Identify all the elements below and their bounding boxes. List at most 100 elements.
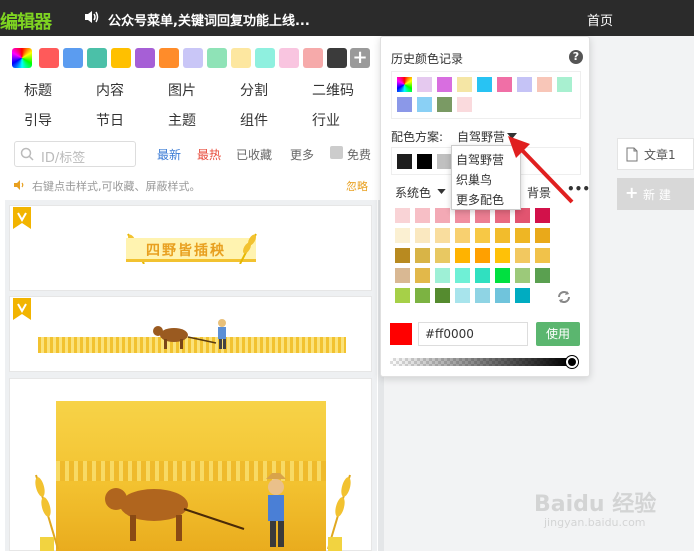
- search-box[interactable]: ID/标签: [14, 141, 136, 167]
- filter-hot[interactable]: 最热: [197, 146, 221, 163]
- category-guide[interactable]: 引导: [24, 110, 52, 130]
- history-color-swatch[interactable]: [417, 77, 432, 92]
- system-color-swatch[interactable]: [515, 248, 530, 263]
- system-color-swatch[interactable]: [495, 208, 510, 223]
- slider-handle[interactable]: [566, 356, 578, 368]
- color-filter-swatch[interactable]: [279, 48, 299, 68]
- color-filter-swatch[interactable]: [303, 48, 323, 68]
- category-title[interactable]: 标题: [24, 80, 52, 100]
- color-filter-swatch[interactable]: [183, 48, 203, 68]
- color-filter-swatch[interactable]: [207, 48, 227, 68]
- filter-free[interactable]: 免费: [347, 146, 371, 163]
- category-image[interactable]: 图片: [168, 80, 196, 100]
- history-color-swatch[interactable]: [457, 97, 472, 112]
- system-color-swatch[interactable]: [475, 288, 490, 303]
- history-color-swatch[interactable]: [537, 77, 552, 92]
- history-rainbow-swatch[interactable]: [397, 77, 412, 92]
- history-color-swatch[interactable]: [437, 77, 452, 92]
- category-qrcode[interactable]: 二维码: [312, 80, 354, 100]
- system-color-swatch[interactable]: [515, 208, 530, 223]
- color-filter-rainbow[interactable]: [12, 48, 32, 68]
- system-color-swatch[interactable]: [515, 228, 530, 243]
- system-color-swatch[interactable]: [495, 288, 510, 303]
- system-color-swatch[interactable]: [395, 288, 410, 303]
- filter-latest[interactable]: 最新: [157, 146, 181, 163]
- caret-down-icon[interactable]: [437, 189, 446, 194]
- filter-more[interactable]: 更多: [290, 146, 314, 163]
- scheme-color-swatch[interactable]: [397, 154, 412, 169]
- history-color-swatch[interactable]: [397, 97, 412, 112]
- category-industry[interactable]: 行业: [312, 110, 340, 130]
- refresh-icon[interactable]: [556, 289, 572, 305]
- system-color-swatch[interactable]: [535, 208, 550, 223]
- system-color-tab[interactable]: 系统色: [395, 184, 431, 201]
- system-color-swatch[interactable]: [455, 268, 470, 283]
- color-filter-swatch[interactable]: [135, 48, 155, 68]
- new-article-button[interactable]: + 新 建: [617, 178, 694, 210]
- system-color-swatch[interactable]: [395, 208, 410, 223]
- color-filter-swatch[interactable]: [327, 48, 347, 68]
- history-color-swatch[interactable]: [517, 77, 532, 92]
- category-component[interactable]: 组件: [240, 110, 268, 130]
- system-color-swatch[interactable]: [475, 268, 490, 283]
- system-color-swatch[interactable]: [415, 288, 430, 303]
- system-color-swatch[interactable]: [535, 248, 550, 263]
- system-color-swatch[interactable]: [435, 208, 450, 223]
- system-color-swatch[interactable]: [435, 288, 450, 303]
- system-color-swatch[interactable]: [415, 228, 430, 243]
- ignore-link[interactable]: 忽略: [346, 178, 368, 194]
- free-checkbox[interactable]: [330, 146, 343, 159]
- color-filter-swatch[interactable]: [111, 48, 131, 68]
- style-card[interactable]: [9, 296, 372, 372]
- system-color-swatch[interactable]: [515, 288, 530, 303]
- category-content[interactable]: 内容: [96, 80, 124, 100]
- history-color-swatch[interactable]: [497, 77, 512, 92]
- color-filter-swatch[interactable]: [231, 48, 251, 68]
- hex-color-input[interactable]: #ff0000: [418, 322, 528, 346]
- category-theme[interactable]: 主题: [168, 110, 196, 130]
- color-filter-swatch[interactable]: [63, 48, 83, 68]
- add-color-button[interactable]: +: [350, 48, 370, 68]
- color-filter-swatch[interactable]: [159, 48, 179, 68]
- system-color-swatch[interactable]: [455, 288, 470, 303]
- help-icon[interactable]: ?: [569, 50, 583, 64]
- filter-collected[interactable]: 已收藏: [236, 146, 272, 163]
- opacity-slider[interactable]: [390, 355, 578, 368]
- scheme-option[interactable]: 织巢鸟: [456, 171, 492, 188]
- system-color-swatch[interactable]: [435, 268, 450, 283]
- system-color-swatch[interactable]: [415, 248, 430, 263]
- use-color-button[interactable]: 使用: [536, 322, 580, 346]
- nav-home-link[interactable]: 首页: [587, 10, 613, 29]
- system-color-swatch[interactable]: [455, 228, 470, 243]
- system-color-swatch[interactable]: [535, 268, 550, 283]
- style-card[interactable]: [9, 378, 372, 551]
- system-color-swatch[interactable]: [435, 228, 450, 243]
- system-color-swatch[interactable]: [395, 228, 410, 243]
- system-color-swatch[interactable]: [475, 248, 490, 263]
- system-color-swatch[interactable]: [455, 208, 470, 223]
- system-color-swatch[interactable]: [495, 268, 510, 283]
- system-color-swatch[interactable]: [415, 268, 430, 283]
- system-color-swatch[interactable]: [435, 248, 450, 263]
- history-color-swatch[interactable]: [477, 77, 492, 92]
- system-color-swatch[interactable]: [535, 228, 550, 243]
- category-divider[interactable]: 分割: [240, 80, 268, 100]
- system-color-swatch[interactable]: [495, 248, 510, 263]
- system-color-swatch[interactable]: [415, 208, 430, 223]
- notice-text[interactable]: 公众号菜单,关键词回复功能上线...: [108, 10, 310, 29]
- category-festival[interactable]: 节日: [96, 110, 124, 130]
- article-tab[interactable]: 文章1: [617, 138, 694, 170]
- system-color-swatch[interactable]: [395, 248, 410, 263]
- scheme-color-swatch[interactable]: [417, 154, 432, 169]
- system-color-swatch[interactable]: [455, 248, 470, 263]
- history-color-swatch[interactable]: [557, 77, 572, 92]
- scheme-color-swatch[interactable]: [437, 154, 452, 169]
- scheme-select[interactable]: 自驾野营: [457, 128, 505, 145]
- color-filter-swatch[interactable]: [255, 48, 275, 68]
- history-color-swatch[interactable]: [457, 77, 472, 92]
- scheme-option[interactable]: 自驾野营: [456, 151, 504, 168]
- system-color-swatch[interactable]: [495, 228, 510, 243]
- color-filter-swatch[interactable]: [39, 48, 59, 68]
- history-color-swatch[interactable]: [417, 97, 432, 112]
- system-color-swatch[interactable]: [475, 228, 490, 243]
